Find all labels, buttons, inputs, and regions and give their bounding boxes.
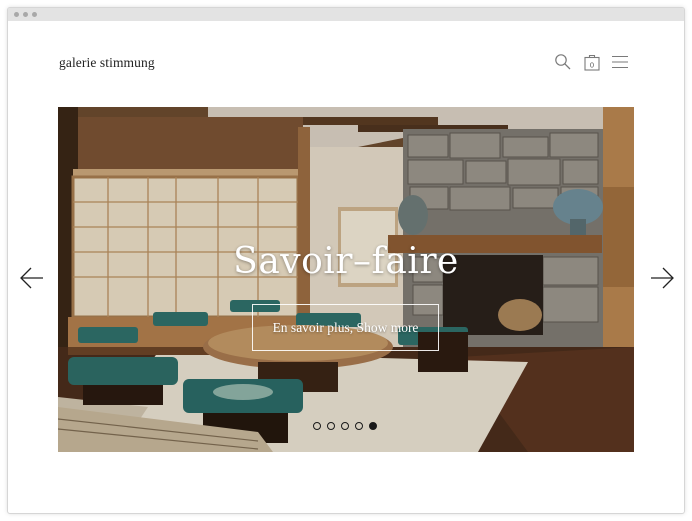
slide-dot-1[interactable] [313, 422, 321, 430]
hero-title: Savoir–faire [233, 241, 459, 282]
slide-dot-2[interactable] [327, 422, 335, 430]
show-more-button[interactable]: En savoir plus, Show more [252, 304, 439, 351]
slide-dot-4[interactable] [355, 422, 363, 430]
slider-pagination [313, 422, 377, 432]
site-logo[interactable]: galerie stimmung [59, 55, 155, 71]
search-icon[interactable] [554, 53, 572, 71]
window-close-dot[interactable] [14, 12, 19, 17]
window-minimize-dot[interactable] [23, 12, 28, 17]
shopping-bag-icon[interactable]: 0 [583, 53, 601, 71]
arrow-right-icon[interactable] [649, 265, 675, 291]
slide-dot-5[interactable] [369, 422, 377, 430]
bag-count: 0 [590, 61, 594, 70]
hamburger-menu-icon[interactable] [611, 53, 629, 71]
arrow-left-icon[interactable] [19, 265, 45, 291]
hero-slider: Savoir–faire En savoir plus, Show more [58, 107, 634, 452]
window-zoom-dot[interactable] [32, 12, 37, 17]
window-titlebar [8, 8, 684, 21]
browser-window: galerie stimmung 0 Savoir–faire En savoi… [7, 7, 685, 514]
slide-dot-3[interactable] [341, 422, 349, 430]
